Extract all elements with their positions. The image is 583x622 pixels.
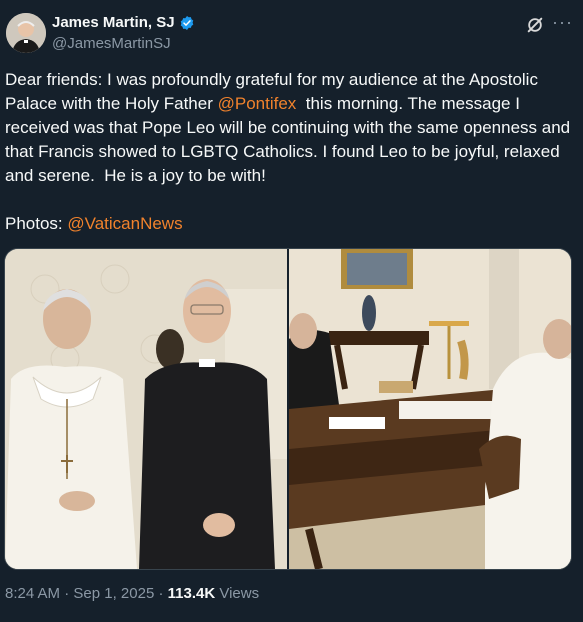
photo-right[interactable] [289,249,571,569]
tweet-time[interactable]: 8:24 AM [5,585,60,602]
avatar-image [6,13,46,53]
author-name-row[interactable]: James Martin, SJ [52,14,195,31]
verified-badge-icon [180,15,193,30]
tweet-date[interactable]: Sep 1, 2025 [73,585,154,602]
photo-left-image [5,249,287,569]
more-options-icon[interactable]: ··· [552,12,573,33]
author-handle[interactable]: @JamesMartinSJ [52,35,171,52]
tweet-text-part: this morning. The message I received was… [5,94,571,233]
views-count[interactable]: 113.4K [168,585,216,602]
author-name[interactable]: James Martin, SJ [52,14,175,31]
photo-left[interactable] [5,249,287,569]
tweet-text: Dear friends: I was profoundly grateful … [5,68,575,236]
mention-vaticannews-link[interactable]: @VaticanNews [67,214,182,233]
media-grid [4,248,572,570]
grok-icon[interactable] [526,16,544,34]
separator-dot: · [60,585,74,602]
views-label: Views [215,585,260,602]
tweet-header: James Martin, SJ @JamesMartinSJ ··· [0,0,583,64]
avatar[interactable] [6,13,46,53]
mention-pontifex-link[interactable]: @Pontifex [218,94,297,113]
separator-dot: · [154,585,168,602]
tweet-meta: 8:24 AM · Sep 1, 2025 · 113.4K Views [5,585,259,602]
photo-right-image [289,249,571,569]
